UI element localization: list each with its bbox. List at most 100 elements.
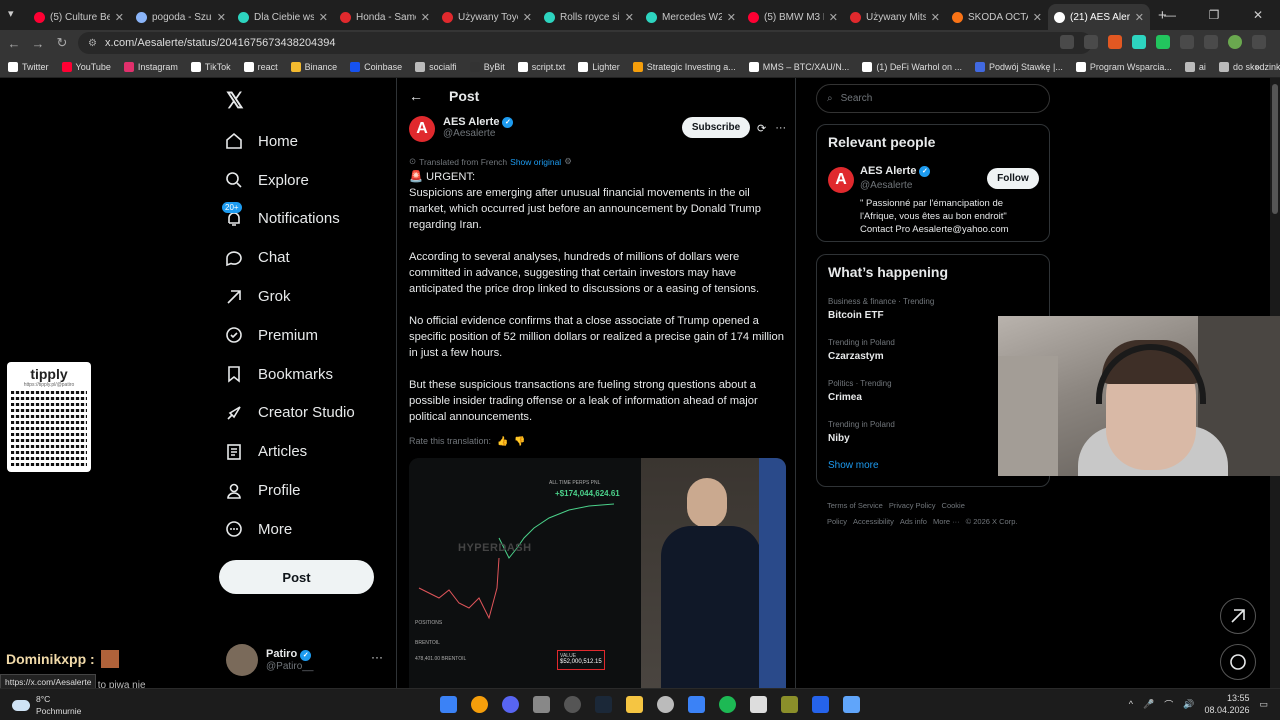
chrome-icon[interactable] [471, 696, 488, 713]
footer-link[interactable]: Terms of Service [827, 501, 883, 510]
author-name[interactable]: AES Alerte [443, 116, 499, 128]
grok-icon[interactable]: ⟳ [757, 122, 766, 135]
bookmark-item[interactable]: Program Wsparcia... [1075, 61, 1172, 72]
app-icon[interactable] [533, 696, 550, 713]
puzzle-icon[interactable] [1180, 35, 1194, 49]
bookmark-item[interactable]: TikTok [190, 61, 231, 72]
profile-avatar[interactable] [1228, 35, 1242, 49]
footer-link[interactable]: Accessibility [853, 517, 894, 526]
tab-close-icon[interactable]: ✕ [523, 11, 532, 24]
bookmark-item[interactable]: Podwój Stawkę |... [975, 61, 1063, 72]
maximize-icon[interactable]: ❐ [1192, 0, 1236, 30]
back-icon[interactable]: ← [2, 36, 26, 51]
folder-icon[interactable] [626, 696, 643, 713]
spotify-icon[interactable] [719, 696, 736, 713]
bookmark-item[interactable]: socialfi [415, 61, 457, 72]
thumbs-down-icon[interactable]: 👎 [514, 436, 525, 447]
minimize-icon[interactable]: — [1148, 0, 1192, 30]
browser-tab[interactable]: Mercedes W22 ✕ [640, 4, 742, 30]
bookmark-item[interactable]: do skodzinki [1218, 61, 1280, 72]
kebab-menu-icon[interactable] [1252, 35, 1266, 49]
tab-search-icon[interactable]: ▾ [8, 7, 24, 23]
browser-tab[interactable]: (21) AES Alerte ✕ [1048, 4, 1150, 30]
account-switcher[interactable]: Patiro ✓ @Patiro__ [226, 644, 313, 676]
trend-item[interactable]: Politics · Trending Crimea [828, 379, 892, 403]
post-media[interactable]: ALL TIME PERPS PNL +$174,044,624.61 HYPE… [409, 458, 786, 688]
tab-close-icon[interactable]: ✕ [421, 11, 430, 24]
thumbs-up-icon[interactable]: 👍 [497, 436, 508, 447]
grok-fab-icon[interactable] [1220, 598, 1256, 634]
app-icon[interactable] [657, 696, 674, 713]
network-icon[interactable]: ⌒ [1164, 698, 1173, 711]
sidebar-item-premium[interactable]: Premium [224, 316, 355, 355]
volume-icon[interactable]: 🔊 [1183, 699, 1194, 710]
extension-icon[interactable] [1108, 35, 1122, 49]
footer-link[interactable]: Privacy Policy [889, 501, 936, 510]
app-icon[interactable] [750, 696, 767, 713]
bookmark-item[interactable]: ai [1184, 61, 1206, 72]
chevron-up-icon[interactable]: ^ [1129, 699, 1133, 709]
browser-tab[interactable]: Dla Ciebie wsz ✕ [232, 4, 334, 30]
clock[interactable]: 13:55 08.04.2026 [1204, 692, 1249, 716]
bookmark-item[interactable]: MMS – BTC/XAU/N... [748, 61, 849, 72]
bookmark-item[interactable]: ByBit [469, 61, 505, 72]
bookmark-item[interactable]: YouTube [61, 61, 111, 72]
app-icon[interactable] [812, 696, 829, 713]
author-handle[interactable]: @Aesalerte [443, 128, 513, 139]
bookmark-item[interactable]: script.txt [517, 61, 565, 72]
sidebar-item-grok[interactable]: Grok [224, 277, 355, 316]
footer-link[interactable]: More ··· [933, 517, 960, 526]
bookmark-star-icon[interactable] [1084, 35, 1098, 49]
more-icon[interactable]: ··· [775, 122, 786, 135]
bookmark-item[interactable]: Strategic Investing a... [632, 61, 736, 72]
sidebar-item-profile[interactable]: Profile [224, 471, 355, 510]
footer-link[interactable]: Ads info [900, 517, 927, 526]
sidebar-item-home[interactable]: Home [224, 122, 355, 161]
sidebar-item-bookmarks[interactable]: Bookmarks [224, 355, 355, 394]
tab-close-icon[interactable]: ✕ [625, 11, 634, 24]
extension-icon[interactable] [1156, 35, 1170, 49]
weather-widget[interactable]: 8°C Pochmurnie [12, 693, 81, 717]
url-input[interactable]: ⚙ x.com/Aesalerte/status/204167567343820… [78, 32, 1092, 54]
sidebar-item-creator-studio[interactable]: Creator Studio [224, 394, 355, 433]
trend-item[interactable]: Business & finance · Trending Bitcoin ET… [828, 297, 934, 321]
cast-icon[interactable] [1060, 35, 1074, 49]
account-more-icon[interactable]: ··· [371, 650, 383, 664]
trend-item[interactable]: Trending in Poland Czarzastym [828, 338, 895, 362]
close-window-icon[interactable]: ✕ [1236, 0, 1280, 30]
tab-close-icon[interactable]: ✕ [829, 11, 838, 24]
sidebar-item-chat[interactable]: Chat [224, 238, 355, 277]
subscribe-button[interactable]: Subscribe [682, 117, 750, 138]
sidebar-item-explore[interactable]: Explore [224, 161, 355, 200]
discord-icon[interactable] [502, 696, 519, 713]
site-info-icon[interactable]: ⚙ [88, 38, 97, 49]
start-icon[interactable] [440, 696, 457, 713]
menu-icon[interactable] [1204, 35, 1218, 49]
post-button[interactable]: Post [219, 560, 374, 594]
post-author[interactable]: A AES Alerte ✓ @Aesalerte [409, 116, 514, 142]
tab-close-icon[interactable]: ✕ [931, 11, 940, 24]
person-avatar[interactable]: A [828, 167, 854, 193]
person-name[interactable]: AES Alerte [860, 165, 916, 177]
app-icon[interactable] [564, 696, 581, 713]
sidebar-item-articles[interactable]: Articles [224, 432, 355, 471]
notification-icon[interactable]: ▭ [1259, 699, 1268, 710]
app-icon[interactable] [688, 696, 705, 713]
bookmark-item[interactable]: Binance [290, 61, 337, 72]
forward-icon[interactable]: → [26, 36, 50, 51]
sidebar-item-more[interactable]: More [224, 510, 355, 549]
tab-close-icon[interactable]: ✕ [115, 11, 124, 24]
extension-icon[interactable] [1132, 35, 1146, 49]
bookmark-item[interactable]: Twitter [8, 61, 49, 72]
settings-icon[interactable]: ⚙ [564, 156, 572, 167]
steam-icon[interactable] [595, 696, 612, 713]
x-logo-icon[interactable]: 𝕏 [226, 88, 244, 114]
trend-item[interactable]: Trending in Poland Niby [828, 420, 895, 444]
bookmarks-overflow-icon[interactable]: » [1255, 62, 1260, 72]
show-original-link[interactable]: Show original [510, 157, 561, 167]
tab-close-icon[interactable]: ✕ [319, 11, 328, 24]
bookmark-item[interactable]: Instagram [123, 61, 178, 72]
chat-fab-icon[interactable] [1220, 644, 1256, 680]
browser-tab[interactable]: Używany Toyot ✕ [436, 4, 538, 30]
browser-tab[interactable]: pogoda - Szuk ✕ [130, 4, 232, 30]
